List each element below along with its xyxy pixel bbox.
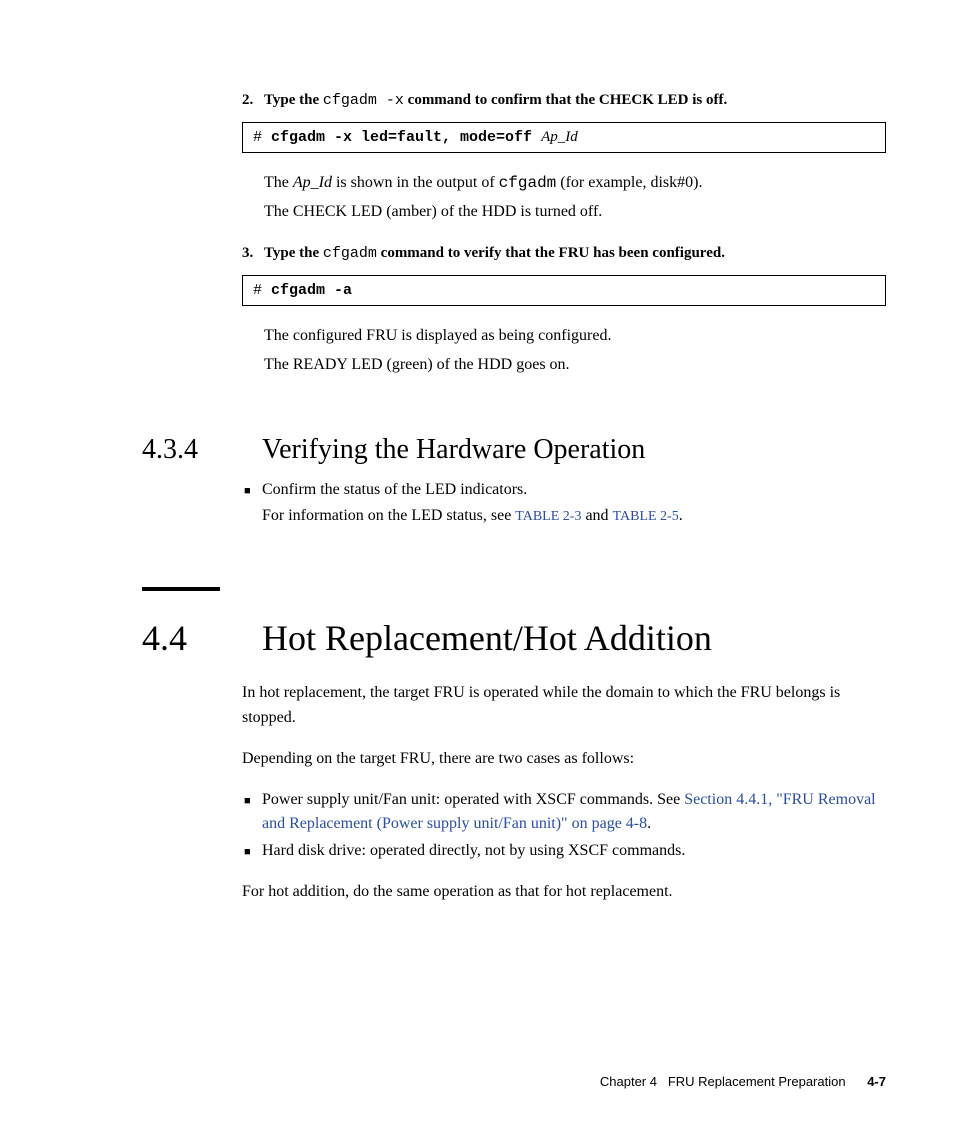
- page-footer: Chapter 4 FRU Replacement Preparation 4-…: [600, 1074, 886, 1089]
- b434b-pre: For information on the LED status, see: [262, 507, 515, 524]
- step-number: 3.: [242, 245, 264, 262]
- step-2-line: 2. Type the cfgadm -x command to confirm…: [242, 90, 886, 112]
- footer-chapter-num: Chapter 4: [600, 1074, 657, 1089]
- step-2-pre: Type the: [264, 92, 323, 108]
- p1a-pre: The: [264, 174, 293, 191]
- para-ready-led: The READY LED (green) of the HDD goes on…: [264, 353, 886, 378]
- bullet-434-a: ■ Confirm the status of the LED indicato…: [244, 478, 886, 503]
- bullet-44-a: ■ Power supply unit/Fan unit: operated w…: [244, 788, 886, 838]
- b434b-mid: and: [581, 507, 612, 524]
- b44a-pre: Power supply unit/Fan unit: operated wit…: [262, 791, 684, 808]
- step-2-mono: cfgadm -x: [323, 92, 404, 109]
- step-3-post: command to verify that the FRU has been …: [377, 245, 725, 261]
- step-3: 3. Type the cfgadm command to verify tha…: [242, 243, 886, 306]
- footer-chapter: Chapter 4 FRU Replacement Preparation: [600, 1074, 849, 1089]
- para-44-c: For hot addition, do the same operation …: [242, 880, 886, 905]
- bullet-44-b: ■ Hard disk drive: operated directly, no…: [244, 839, 886, 864]
- page: 2. Type the cfgadm -x command to confirm…: [0, 0, 954, 1145]
- p1a-mono: cfgadm: [499, 174, 557, 192]
- bullet-44-b-text: Hard disk drive: operated directly, not …: [262, 839, 886, 864]
- code-1-arg: Ap_Id: [541, 129, 578, 145]
- step-3-pre: Type the: [264, 245, 323, 261]
- para-ap-id: The Ap_Id is shown in the output of cfga…: [264, 171, 886, 196]
- section-4-3-4-num: 4.3.4: [142, 434, 262, 466]
- code-2-cmd: cfgadm -a: [271, 282, 352, 299]
- para-44-a: In hot replacement, the target FRU is op…: [242, 681, 886, 731]
- section-4-4-heading: 4.4 Hot Replacement/Hot Addition: [142, 617, 886, 659]
- step-2-post: command to confirm that the CHECK LED is…: [404, 92, 727, 108]
- p1a-ital: Ap_Id: [293, 174, 332, 191]
- para-configured: The configured FRU is displayed as being…: [264, 324, 886, 349]
- section-rule: [142, 587, 220, 591]
- p1a-mid: is shown in the output of: [332, 174, 499, 191]
- step-3-text: Type the cfgadm command to verify that t…: [264, 243, 725, 265]
- b44a-post: .: [647, 815, 651, 832]
- bullet-icon: ■: [244, 788, 262, 838]
- section-4-4-num: 4.4: [142, 617, 262, 659]
- footer-page-number: 4-7: [867, 1074, 886, 1089]
- bullet-icon: ■: [244, 478, 262, 503]
- code-box-2: # cfgadm -a: [242, 275, 886, 307]
- step-2-text: Type the cfgadm -x command to confirm th…: [264, 90, 727, 112]
- code-1-cmd: cfgadm -x led=fault, mode=off: [271, 129, 541, 146]
- bullet-44-a-text: Power supply unit/Fan unit: operated wit…: [262, 788, 886, 838]
- section-4-3-4-heading: 4.3.4 Verifying the Hardware Operation: [142, 434, 886, 466]
- bullet-434-a-text: Confirm the status of the LED indicators…: [262, 478, 886, 503]
- step-number: 2.: [242, 92, 264, 109]
- section-4-3-4-title: Verifying the Hardware Operation: [262, 434, 645, 466]
- step-2: 2. Type the cfgadm -x command to confirm…: [242, 90, 886, 153]
- bullet-icon: ■: [244, 839, 262, 864]
- step-3-line: 3. Type the cfgadm command to verify tha…: [242, 243, 886, 265]
- xref-table-2-5[interactable]: TABLE 2-5: [613, 509, 679, 524]
- section-4-4-title: Hot Replacement/Hot Addition: [262, 617, 712, 659]
- para-44-b: Depending on the target FRU, there are t…: [242, 747, 886, 772]
- p1a-post: (for example, disk#0).: [556, 174, 702, 191]
- bullet-434-b-text: For information on the LED status, see T…: [262, 504, 886, 529]
- xref-table-2-3[interactable]: TABLE 2-3: [515, 509, 581, 524]
- para-check-led: The CHECK LED (amber) of the HDD is turn…: [264, 200, 886, 225]
- code-2-prompt: #: [253, 282, 271, 299]
- footer-chapter-title: FRU Replacement Preparation: [668, 1074, 846, 1089]
- bullet-434-b: For information on the LED status, see T…: [262, 504, 886, 529]
- b434b-post: .: [679, 507, 683, 524]
- step-3-mono: cfgadm: [323, 245, 377, 262]
- code-1-prompt: #: [253, 129, 271, 146]
- code-box-1: # cfgadm -x led=fault, mode=off Ap_Id: [242, 122, 886, 154]
